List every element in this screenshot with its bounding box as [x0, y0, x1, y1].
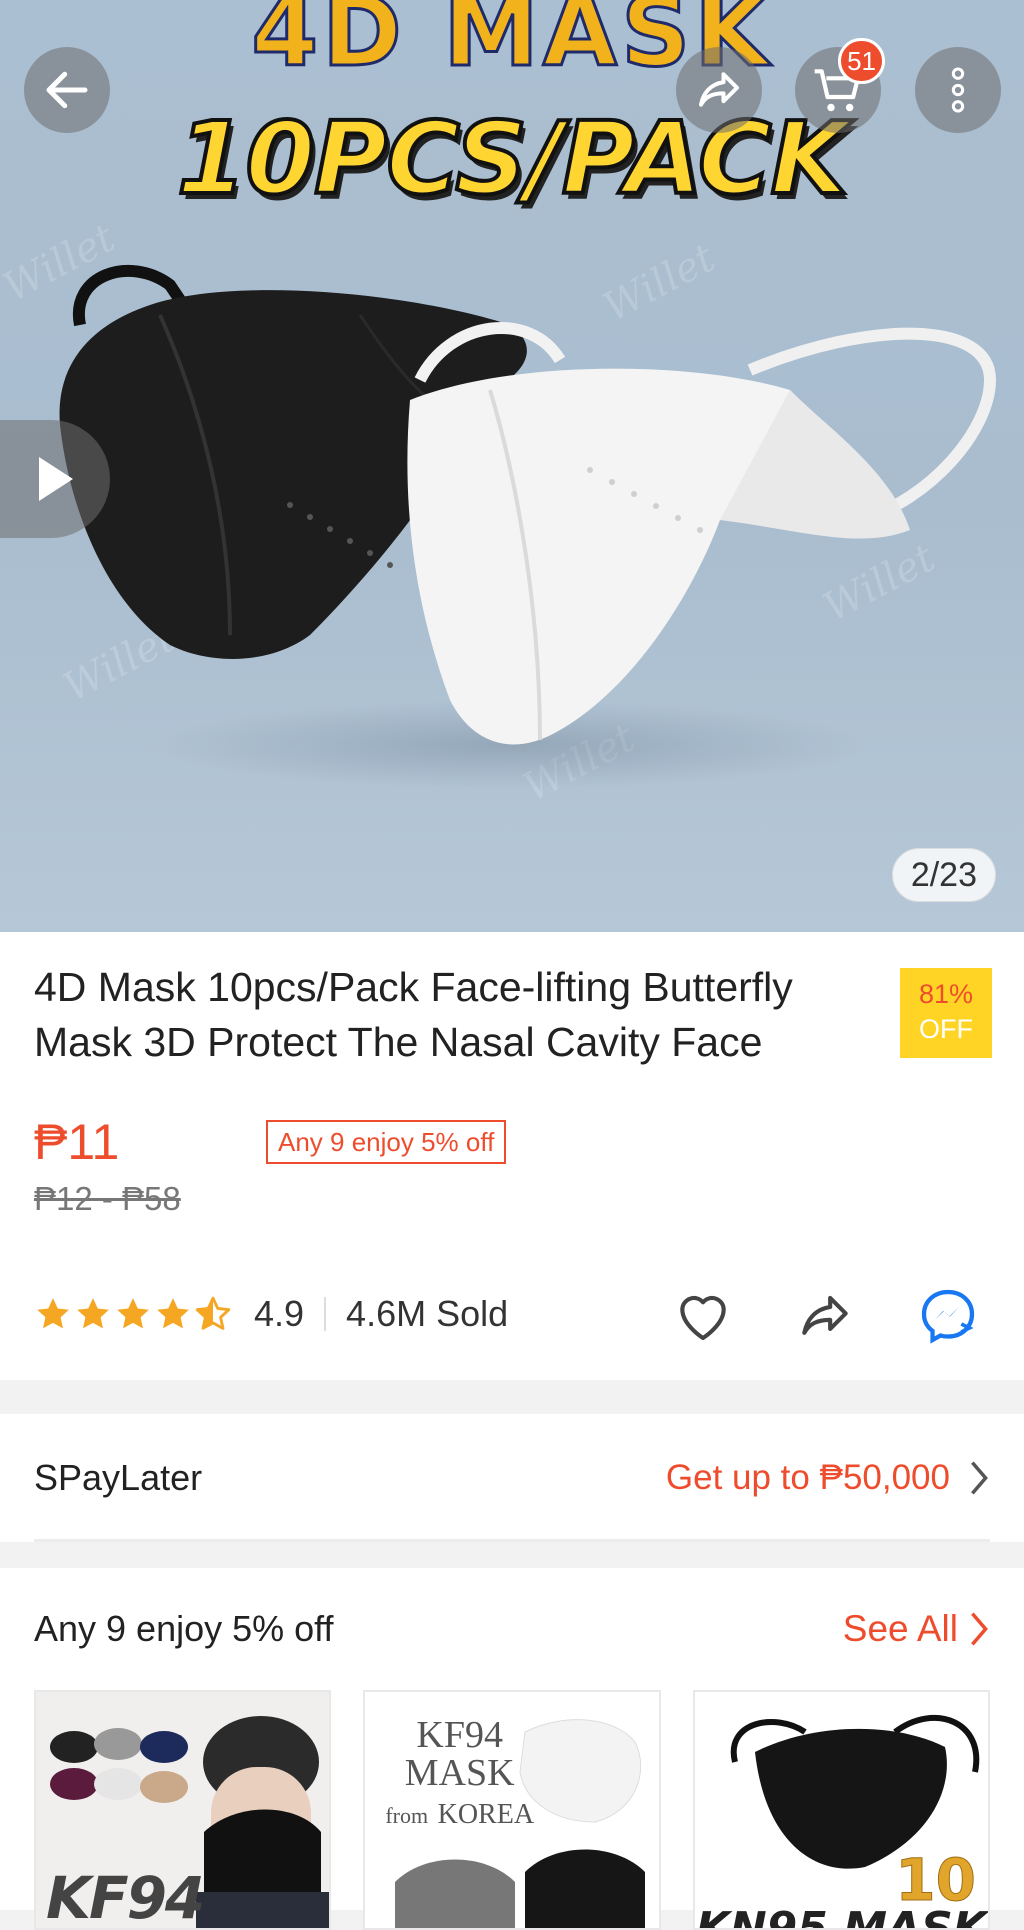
spaylater-offer-text: Get up to ₱50,000	[665, 1458, 950, 1497]
card-brand-line3: KOREA	[437, 1799, 535, 1830]
product-info: 4D Mask 10pcs/Pack Face-lifting Butterfl…	[0, 932, 1024, 1380]
half-star-icon	[195, 1296, 231, 1330]
play-icon	[39, 457, 73, 501]
star-icon	[37, 1298, 69, 1329]
arrow-left-icon	[46, 71, 88, 109]
original-price: ₱12 - ₱58	[34, 1180, 181, 1217]
card-brand: KF94 MASK from KOREA	[385, 1716, 534, 1835]
bundle-product-list: KF94 KF94 MASK from KOREA 10 KN95 MASK	[34, 1690, 990, 1930]
bundle-header: Any 9 enjoy 5% off See All	[34, 1568, 990, 1690]
product-image-carousel[interactable]: 4D MASK 10PCS/PACK Willet Willet Willet …	[0, 0, 1024, 932]
cart-button[interactable]: 51	[795, 38, 885, 133]
discount-badge: 81% OFF	[900, 968, 992, 1058]
product-title: 4D Mask 10pcs/Pack Face-lifting Butterfl…	[34, 964, 793, 1065]
bundle-product-card[interactable]: KF94 MASK from KOREA	[363, 1690, 661, 1930]
sold-count: 4.6M Sold	[346, 1293, 509, 1334]
discount-percent: 81%	[918, 979, 974, 1009]
bundle-promo-tag[interactable]: Any 9 enjoy 5% off	[266, 1120, 507, 1164]
chevron-right-icon	[971, 1612, 988, 1646]
messenger-icon[interactable]	[916, 1284, 980, 1348]
bundle-product-card[interactable]: 10 KN95 MASK	[692, 1690, 990, 1930]
card-label: KN95 MASK	[695, 1903, 987, 1930]
see-all-link[interactable]: See All	[843, 1608, 990, 1650]
divider	[34, 1539, 990, 1542]
image-counter: 2/23	[891, 848, 996, 902]
white-mask-image	[407, 322, 997, 745]
see-all-label: See All	[842, 1608, 958, 1649]
price-row: ₱11 Any 9 enjoy 5% off	[34, 1114, 990, 1170]
spaylater-offer: Get up to ₱50,000	[666, 1458, 990, 1498]
discount-off-label: OFF	[919, 1014, 973, 1044]
bundle-deal-section: Any 9 enjoy 5% off See All KF94 KF94 MAS…	[0, 1568, 1024, 1930]
more-options-button[interactable]	[915, 47, 1001, 133]
star-icon	[77, 1298, 109, 1329]
share-arrow-icon	[698, 72, 740, 107]
more-vertical-icon	[951, 67, 965, 113]
share-button[interactable]	[676, 47, 762, 133]
bundle-title: Any 9 enjoy 5% off	[34, 1608, 334, 1649]
bundle-product-card[interactable]: KF94	[34, 1690, 332, 1930]
stats-row: 4.9 4.6M Sold	[34, 1284, 990, 1344]
card-brand-line1: KF94	[416, 1714, 503, 1756]
spaylater-row[interactable]: SPayLater Get up to ₱50,000	[0, 1414, 1024, 1542]
heart-icon[interactable]	[672, 1285, 734, 1347]
card-brand-line2: MASK	[404, 1752, 515, 1794]
cart-count-badge: 51	[838, 38, 885, 84]
card-brand-from: from	[385, 1803, 429, 1828]
spaylater-label: SPayLater	[34, 1457, 203, 1498]
back-button[interactable]	[24, 47, 110, 133]
card-label: KF94	[46, 1864, 205, 1930]
rating-stars	[34, 1295, 232, 1333]
star-icon	[117, 1298, 149, 1329]
rating-value: 4.9	[254, 1293, 305, 1334]
product-actions	[672, 1284, 980, 1348]
star-icon	[157, 1298, 189, 1329]
share-icon[interactable]	[794, 1285, 856, 1347]
chevron-right-icon	[971, 1461, 988, 1495]
current-price: ₱11	[34, 1114, 120, 1170]
divider	[324, 1297, 327, 1331]
watermark: Willet	[596, 234, 723, 332]
